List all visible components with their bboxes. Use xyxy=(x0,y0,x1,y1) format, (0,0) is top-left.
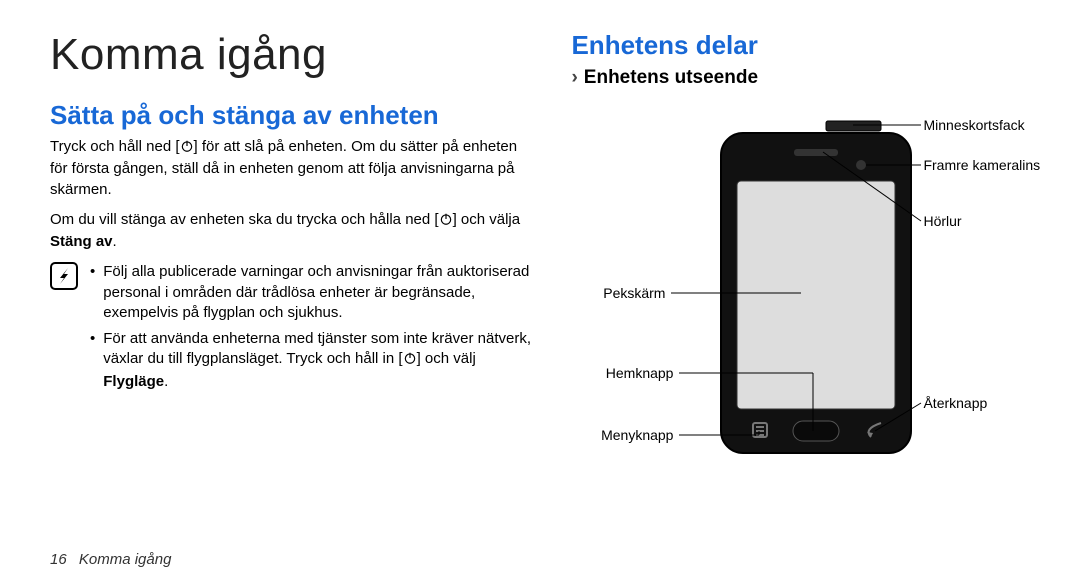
subheading-text: Enhetens utseende xyxy=(584,67,758,88)
note-item: • Följ alla publicerade varningar och an… xyxy=(90,262,531,323)
power-icon xyxy=(439,212,453,232)
text-fragment: . xyxy=(113,233,117,250)
label-front-camera: Framre kameralins xyxy=(923,157,1040,173)
bold-text: Stäng av xyxy=(50,233,113,250)
chevron-icon: › xyxy=(571,67,577,89)
text-fragment: Om du vill stänga av enheten ska du tryc… xyxy=(50,211,439,228)
text-fragment: ] och välj xyxy=(417,350,476,367)
subsection-heading-appearance: › Enhetens utseende xyxy=(571,67,1030,89)
label-menu-button: Menyknapp xyxy=(601,427,673,443)
text-fragment: . xyxy=(164,373,168,390)
text-fragment: ] och välja xyxy=(453,211,521,228)
label-back-button: Återknapp xyxy=(923,395,987,411)
label-earpiece: Hörlur xyxy=(923,213,961,229)
page-number: 16 xyxy=(50,551,67,568)
running-title: Komma igång xyxy=(79,551,172,568)
bullet: • xyxy=(90,262,95,323)
section-heading-parts: Enhetens delar xyxy=(571,30,1030,61)
page-footer: 16 Komma igång xyxy=(50,551,171,568)
label-touchscreen: Pekskärm xyxy=(603,285,665,301)
power-icon xyxy=(403,351,417,371)
note-icon xyxy=(50,262,78,290)
note-text: Följ alla publicerade varningar och anvi… xyxy=(103,262,531,323)
power-icon xyxy=(180,139,194,159)
section-heading-power: Sätta på och stänga av enheten xyxy=(50,100,531,131)
note-list: • Följ alla publicerade varningar och an… xyxy=(90,262,531,398)
right-column: Enhetens delar › Enhetens utseende xyxy=(571,30,1030,483)
note-text: För att använda enheterna med tjänster s… xyxy=(103,329,531,392)
page-title: Komma igång xyxy=(50,30,531,80)
note-block: • Följ alla publicerade varningar och an… xyxy=(50,262,531,398)
note-item: • För att använda enheterna med tjänster… xyxy=(90,329,531,392)
device-diagram: Minneskortsfack Framre kameralins Hörlur… xyxy=(571,103,1031,483)
label-memory-slot: Minneskortsfack xyxy=(923,117,1024,133)
bold-text: Flygläge xyxy=(103,373,164,390)
power-paragraph-2: Om du vill stänga av enheten ska du tryc… xyxy=(50,210,531,253)
page: Komma igång Sätta på och stänga av enhet… xyxy=(0,0,1080,483)
text-fragment: Tryck och håll ned [ xyxy=(50,138,180,155)
label-home-button: Hemknapp xyxy=(606,365,674,381)
power-paragraph-1: Tryck och håll ned [] för att slå på enh… xyxy=(50,137,531,200)
left-column: Komma igång Sätta på och stänga av enhet… xyxy=(50,30,531,483)
bullet: • xyxy=(90,329,95,392)
